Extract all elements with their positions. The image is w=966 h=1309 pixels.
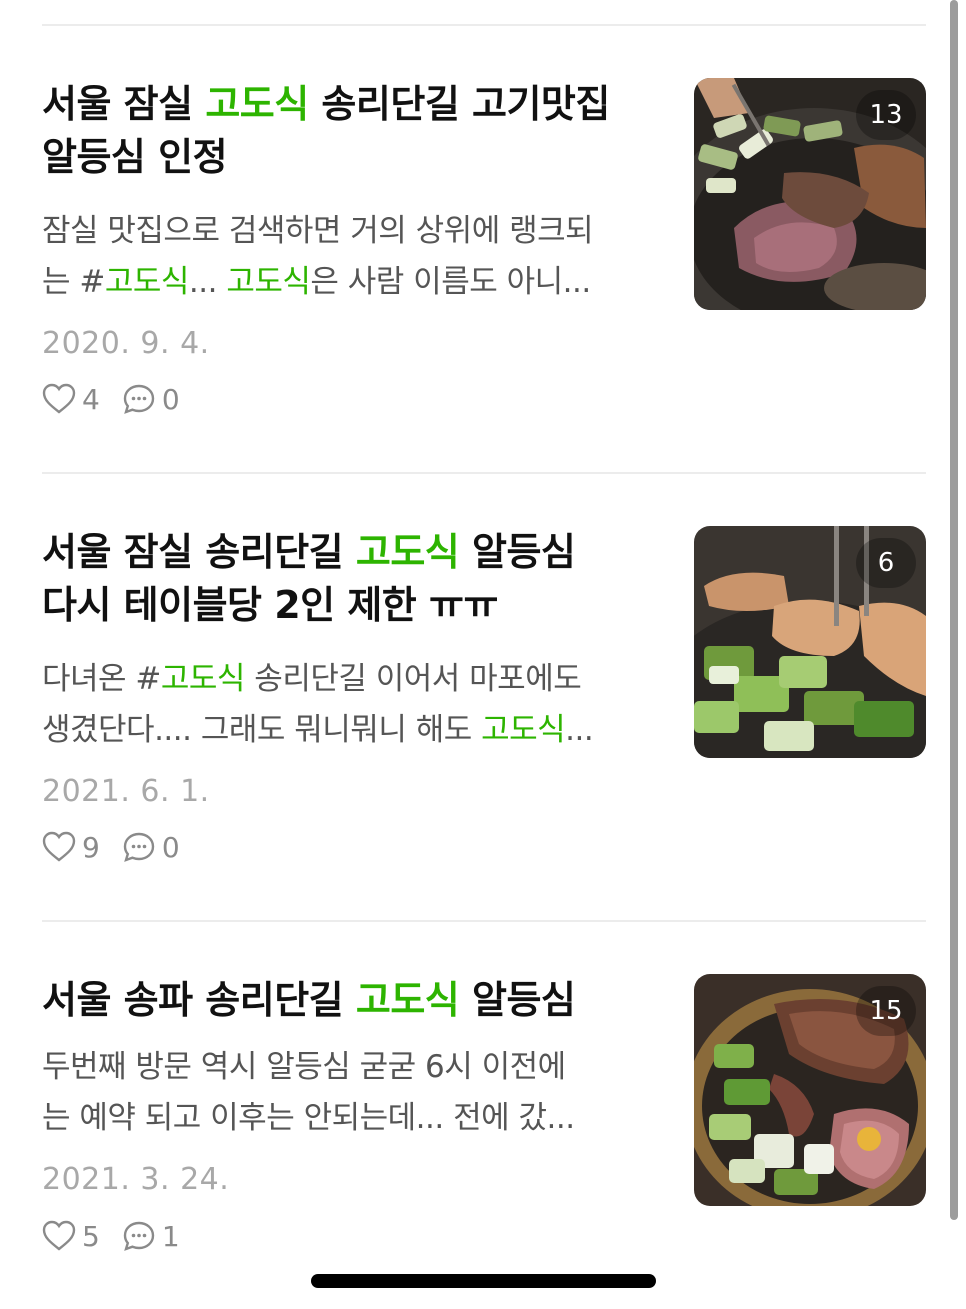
post-excerpt: 두번째 방문 역시 알등심 굳굳 6시 이전에 는 예약 되고 이후는 안되는데… [42,1049,575,1136]
post-stats: 5 1 [42,1216,202,1256]
post-excerpt: 잠실 맛집으로 검색하면 거의 상위에 랭크되 는 #고도식... 고도식은 사… [42,213,594,300]
post-date: 2021. 6. 1. [42,774,210,809]
keyword-highlight: 고도식 [355,530,460,574]
like-count: 9 [82,830,100,864]
post-thumbnail[interactable]: 13 [694,78,926,310]
post-item[interactable]: 서울 잠실 송리단길 고도식 알등심 다시 테이블당 2인 제한 ㅠㅠ 다녀온 … [42,526,926,871]
keyword-highlight: 고도식 [104,264,190,300]
keyword-highlight: 고도식 [160,661,246,697]
post-title[interactable]: 서울 잠실 고도식 송리단길 고기맛집 알등심 인정 [42,78,662,184]
post-thumbnail[interactable]: 15 [694,974,926,1206]
divider [42,472,926,474]
divider [42,920,926,922]
comment-button[interactable]: 0 [122,831,180,864]
comment-count: 0 [161,830,180,864]
post-date: 2020. 9. 4. [42,326,210,361]
post-stats: 9 0 [42,827,202,867]
comment-bubble-icon [123,384,155,414]
keyword-highlight: 고도식 [481,712,566,748]
comment-bubble-icon [123,1221,155,1251]
like-count: 4 [82,382,100,416]
comment-count: 1 [161,1219,180,1253]
photo-count-badge: 15 [856,986,916,1036]
post-item[interactable]: 서울 잠실 고도식 송리단길 고기맛집 알등심 인정 잠실 맛집으로 검색하면 … [42,78,926,423]
post-stats: 4 0 [42,379,202,419]
heart-icon [42,1220,76,1251]
like-count: 5 [82,1219,100,1253]
post-title[interactable]: 서울 송파 송리단길 고도식 알등심 [42,974,662,1027]
divider [42,24,926,26]
comment-bubble-icon [123,832,155,862]
heart-icon [42,831,76,862]
comment-count: 0 [161,382,180,416]
photo-count-badge: 13 [856,90,916,140]
like-button[interactable]: 9 [42,831,100,864]
keyword-highlight: 고도식 [205,82,309,126]
post-excerpt: 다녀온 #고도식 송리단길 이어서 마포에도 생겼단다.... 그래도 뭐니뭐니… [42,661,594,748]
post-item[interactable]: 서울 송파 송리단길 고도식 알등심 두번째 방문 역시 알등심 굳굳 6시 이… [42,974,926,1264]
keyword-highlight: 고도식 [355,978,460,1022]
post-date: 2021. 3. 24. [42,1162,230,1197]
like-button[interactable]: 4 [42,383,100,416]
photo-count-badge: 6 [856,538,916,588]
like-button[interactable]: 5 [42,1220,100,1253]
post-title[interactable]: 서울 잠실 송리단길 고도식 알등심 다시 테이블당 2인 제한 ㅠㅠ [42,526,662,632]
comment-button[interactable]: 1 [122,1220,180,1253]
comment-button[interactable]: 0 [122,383,180,416]
heart-icon [42,383,76,414]
scrollbar[interactable] [950,0,958,1220]
home-indicator[interactable] [311,1274,656,1288]
keyword-highlight: 고도식 [226,264,311,300]
post-thumbnail[interactable]: 6 [694,526,926,758]
search-results-page: 서울 잠실 고도식 송리단길 고기맛집 알등심 인정 잠실 맛집으로 검색하면 … [0,0,966,1309]
